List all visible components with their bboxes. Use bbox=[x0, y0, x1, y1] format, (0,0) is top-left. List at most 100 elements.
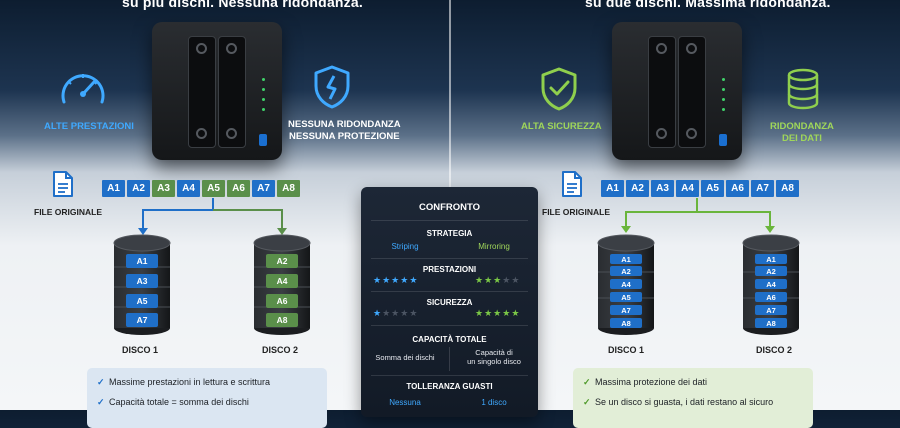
performance-left-stars: ★★★★★ bbox=[373, 275, 418, 286]
nas-device-right bbox=[612, 22, 742, 160]
disk-2-label-left: DISCO 2 bbox=[262, 345, 299, 355]
right-headline: su due dischi. Massima ridondanza. bbox=[585, 0, 831, 10]
document-icon bbox=[561, 170, 583, 198]
block: A4 bbox=[177, 180, 200, 197]
disk-2-right: A1 A2 A4 A6 A7 A8 bbox=[742, 234, 800, 336]
checkmark-icon: ✓ bbox=[583, 377, 591, 387]
disk-1-label-left: DISCO 1 bbox=[122, 345, 159, 355]
block: A3 bbox=[152, 180, 175, 197]
capacity-left: Somma dei dischi bbox=[375, 353, 435, 362]
benefit-item: ✓ Massima protezione dei dati bbox=[583, 377, 708, 387]
shield-check-icon bbox=[539, 66, 579, 112]
benefit-item: ✓ Se un disco si guasta, i dati restano a… bbox=[583, 397, 774, 407]
broken-shield-icon bbox=[312, 64, 352, 110]
star-icon: ★ bbox=[502, 308, 512, 318]
security-right-stars: ★★★★★ bbox=[475, 308, 520, 319]
block: A3 bbox=[651, 180, 674, 197]
block: A6 bbox=[726, 180, 749, 197]
block: A5 bbox=[701, 180, 724, 197]
separator bbox=[371, 375, 528, 376]
disk-chip: A7 bbox=[126, 313, 158, 327]
star-icon: ★ bbox=[409, 308, 419, 318]
feature-no-redundancy: NESSUNA RIDONDANZA NESSUNA PROTEZIONE bbox=[288, 119, 401, 142]
star-icon: ★ bbox=[400, 275, 410, 285]
disk-chip: A7 bbox=[610, 305, 642, 315]
block: A6 bbox=[227, 180, 250, 197]
feature-high-security: ALTA SICUREZZA bbox=[521, 121, 602, 132]
database-icon bbox=[786, 68, 820, 110]
block: A1 bbox=[102, 180, 125, 197]
comparison-title: CONFRONTO bbox=[418, 202, 481, 213]
block: A8 bbox=[776, 180, 799, 197]
star-icon: ★ bbox=[484, 308, 494, 318]
disk-1-label-right: DISCO 1 bbox=[608, 345, 645, 355]
fault-tolerance-heading: TOLLERANZA GUASTI bbox=[406, 382, 493, 391]
benefits-box-right: ✓ Massima protezione dei dati ✓ Se un disc… bbox=[573, 368, 813, 428]
feature-high-performance: ALTE PRESTAZIONI bbox=[44, 121, 134, 132]
column-divider bbox=[449, 347, 450, 371]
disk-chip: A7 bbox=[755, 305, 787, 315]
disk-chip: A3 bbox=[126, 274, 158, 288]
block: A2 bbox=[626, 180, 649, 197]
disk-2-label-right: DISCO 2 bbox=[756, 345, 793, 355]
block: A7 bbox=[751, 180, 774, 197]
disk-chip: A8 bbox=[610, 318, 642, 328]
comparison-panel: CONFRONTO STRATEGIA Striping Mirroring P… bbox=[361, 187, 538, 417]
disk-chip: A2 bbox=[755, 266, 787, 276]
star-icon: ★ bbox=[391, 275, 401, 285]
file-label-left: FILE ORIGINALE bbox=[34, 207, 102, 217]
block: A8 bbox=[277, 180, 300, 197]
star-icon: ★ bbox=[475, 308, 485, 318]
star-icon: ★ bbox=[502, 275, 512, 285]
nas-device-left bbox=[152, 22, 282, 160]
disk-chip: A2 bbox=[266, 254, 298, 268]
block: A1 bbox=[601, 180, 624, 197]
capacity-right: Capacità di un singolo disco bbox=[467, 348, 521, 366]
disk-chip: A5 bbox=[610, 292, 642, 302]
disk-chip: A6 bbox=[755, 292, 787, 302]
star-icon: ★ bbox=[511, 275, 521, 285]
benefits-box-left: ✓ Massime prestazioni in lettura e scritt… bbox=[87, 368, 327, 428]
star-icon: ★ bbox=[373, 308, 383, 318]
mirror-arrows-right bbox=[621, 198, 775, 233]
checkmark-icon: ✓ bbox=[97, 377, 105, 387]
block: A5 bbox=[202, 180, 225, 197]
security-left-stars: ★★★★★ bbox=[373, 308, 418, 319]
star-icon: ★ bbox=[511, 308, 521, 318]
performance-right-stars: ★★★★★ bbox=[475, 275, 520, 286]
disk-chip: A6 bbox=[266, 294, 298, 308]
disk-chip: A4 bbox=[610, 279, 642, 289]
document-icon bbox=[52, 170, 74, 198]
disk-chip: A1 bbox=[755, 254, 787, 264]
feature-data-redundancy: RIDONDANZA DEI DATI bbox=[770, 121, 834, 144]
file-blocks-right: A1 A2 A3 A4 A5 A6 A7 A8 bbox=[601, 180, 799, 197]
file-label-right: FILE ORIGINALE bbox=[542, 207, 610, 217]
benefit-item: ✓ Massime prestazioni in lettura e scritt… bbox=[97, 377, 271, 387]
disk-chip: A8 bbox=[266, 313, 298, 327]
disk-chip: A1 bbox=[610, 254, 642, 264]
disk-2-left: A2 A4 A6 A8 bbox=[253, 234, 311, 336]
star-icon: ★ bbox=[382, 275, 392, 285]
star-icon: ★ bbox=[484, 275, 494, 285]
strategy-heading: STRATEGIA bbox=[426, 229, 473, 238]
checkmark-icon: ✓ bbox=[583, 397, 591, 407]
disk-chip: A2 bbox=[610, 266, 642, 276]
star-icon: ★ bbox=[409, 275, 419, 285]
strategy-right: Mirroring bbox=[478, 242, 510, 251]
tolerance-left: Nessuna bbox=[389, 398, 421, 407]
separator bbox=[371, 220, 528, 221]
disk-chip: A5 bbox=[126, 294, 158, 308]
capacity-heading: CAPACITÀ TOTALE bbox=[412, 335, 487, 344]
tolerance-right: 1 disco bbox=[481, 398, 507, 407]
disk-chip: A1 bbox=[126, 254, 158, 268]
benefit-item: ✓ Capacità totale = somma dei dischi bbox=[97, 397, 249, 407]
block: A2 bbox=[127, 180, 150, 197]
star-icon: ★ bbox=[493, 275, 503, 285]
disk-1-right: A1 A2 A4 A5 A7 A8 bbox=[597, 234, 655, 336]
star-icon: ★ bbox=[493, 308, 503, 318]
security-heading: SICUREZZA bbox=[426, 298, 473, 307]
block: A7 bbox=[252, 180, 275, 197]
disk-1-left: A1 A3 A5 A7 bbox=[113, 234, 171, 336]
disk-chip: A4 bbox=[266, 274, 298, 288]
star-icon: ★ bbox=[400, 308, 410, 318]
